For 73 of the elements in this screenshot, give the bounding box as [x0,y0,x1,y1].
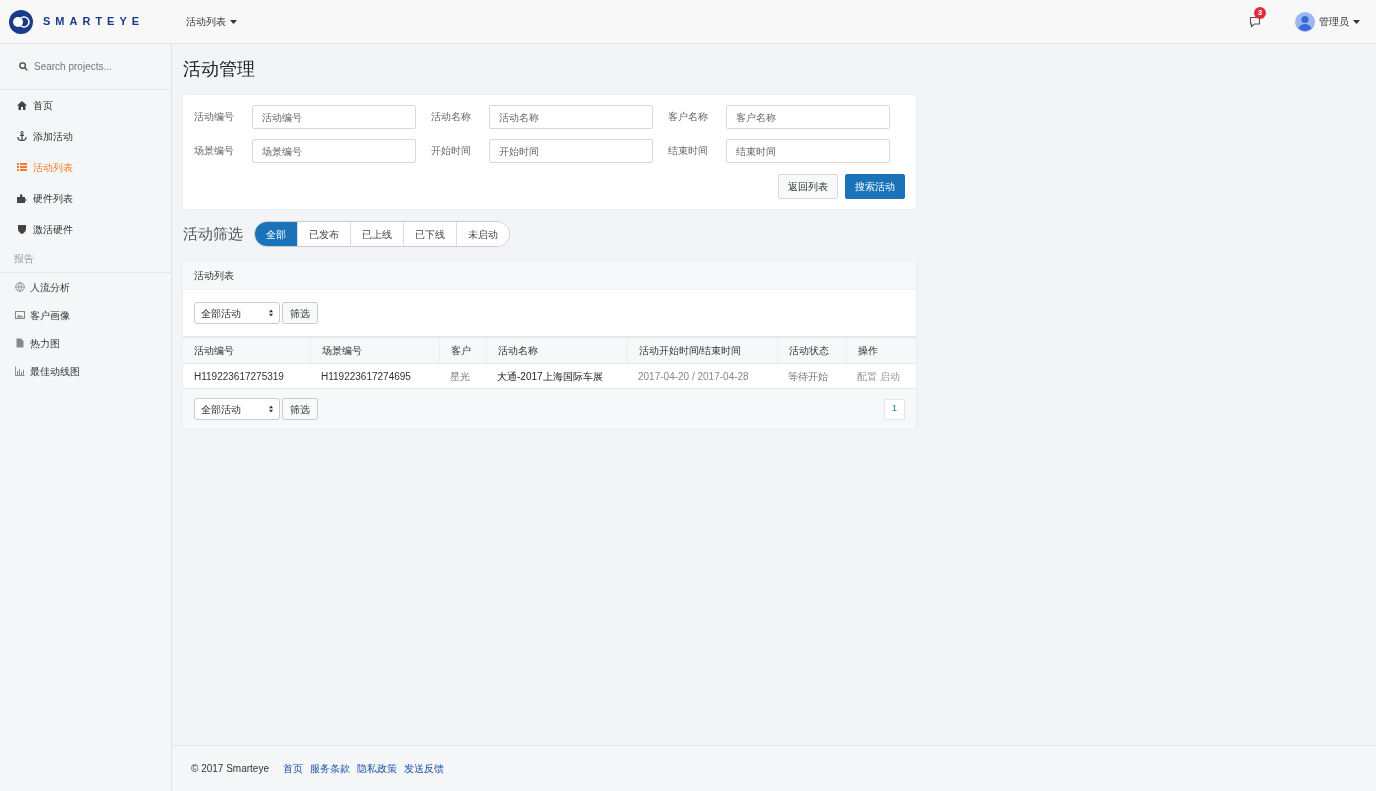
sort-arrows-icon [269,405,273,413]
avatar-icon [1295,11,1315,32]
caret-icon [1353,19,1360,24]
column-header: 活动编号 [183,337,310,364]
footer-link[interactable]: 发送反馈 [403,761,444,776]
filter-tab[interactable]: 未启动 [456,222,509,246]
user-menu[interactable]: 管理员 [1295,11,1360,32]
field-label: 活动名称 [431,109,472,124]
column-header: 活动名称 [486,337,627,364]
sidebar-item[interactable]: 人流分析 [0,273,171,301]
table-cell: 星光 [439,363,486,389]
sidebar-item[interactable]: 硬件列表 [0,183,171,214]
filter-button[interactable]: 筛选 [282,398,318,420]
panel-title: 活动列表 [183,261,916,290]
sidebar-item[interactable]: 热力图 [0,329,171,357]
table-cell: H119223617274695 [310,363,439,389]
sidebar-item[interactable]: 最佳动线图 [0,357,171,385]
file-icon [15,338,25,348]
shield-icon [17,224,27,234]
notification-badge: 3 [1254,6,1266,19]
home-icon [17,100,27,110]
page-title: 活动管理 [183,58,256,81]
column-header: 操作 [846,337,916,364]
table-cell: H119223617275319 [183,363,310,389]
input-field[interactable]: 结束时间 [726,139,890,163]
field-label: 活动编号 [194,109,235,124]
column-header: 场景编号 [310,337,439,364]
nav-menu[interactable]: 活动列表 [186,14,237,29]
search-button[interactable]: 搜索活动 [845,174,905,199]
section-heading: 报告 [0,245,171,273]
sort-arrows-icon [269,309,273,317]
table-cell: 大通-2017上海国际车展 [486,363,627,389]
input-field[interactable]: 开始时间 [489,139,653,163]
sidebar-item[interactable]: 客户画像 [0,301,171,329]
activity-select[interactable]: 全部活动 [194,302,280,324]
table-cell: 2017-04-20 / 2017-04-28 [627,363,777,389]
page-button[interactable]: 1 [884,398,905,420]
filter-title: 活动筛选 [183,223,243,244]
image-icon [15,310,25,320]
input-field[interactable]: 活动编号 [252,105,416,129]
field-label: 开始时间 [431,143,472,158]
input-field[interactable]: 客户名称 [726,105,890,129]
activity-select[interactable]: 全部活动 [194,398,280,420]
sidebar-item[interactable]: 添加活动 [0,121,171,152]
chat-icon[interactable] [1249,15,1261,28]
search-field[interactable]: Search projects... [34,59,154,74]
input-field[interactable]: 场景编号 [252,139,416,163]
column-header: 活动开始时间/结束时间 [627,337,777,364]
table-cell: 等待开始 [777,363,846,389]
filter-tab[interactable]: 全部 [255,222,297,246]
footer-link[interactable]: 隐私政策 [356,761,397,776]
footer-link[interactable]: 服务条款 [309,761,350,776]
caret-icon [230,19,237,24]
column-header: 客户 [439,337,486,364]
column-header: 活动状态 [777,337,846,364]
sidebar-item[interactable]: 首页 [0,90,171,121]
sidebar-item[interactable]: 激活硬件 [0,214,171,245]
back-button[interactable]: 返回列表 [778,174,838,199]
logo-icon [9,9,33,34]
footer-link[interactable]: 首页 [282,761,303,776]
field-label: 结束时间 [668,143,709,158]
list-icon [17,162,27,172]
copyright-text: © 2017 Smarteye [191,762,269,776]
field-label: 客户名称 [668,109,709,124]
field-label: 场景编号 [194,143,235,158]
puzzle-icon [17,193,27,203]
anchor-icon [17,131,27,141]
logo-text: SMARTEYE [43,14,145,30]
bar-chart-icon [15,366,25,376]
search-icon [19,62,28,71]
filter-button[interactable]: 筛选 [282,302,318,324]
input-field[interactable]: 活动名称 [489,105,653,129]
globe-icon [15,282,25,292]
